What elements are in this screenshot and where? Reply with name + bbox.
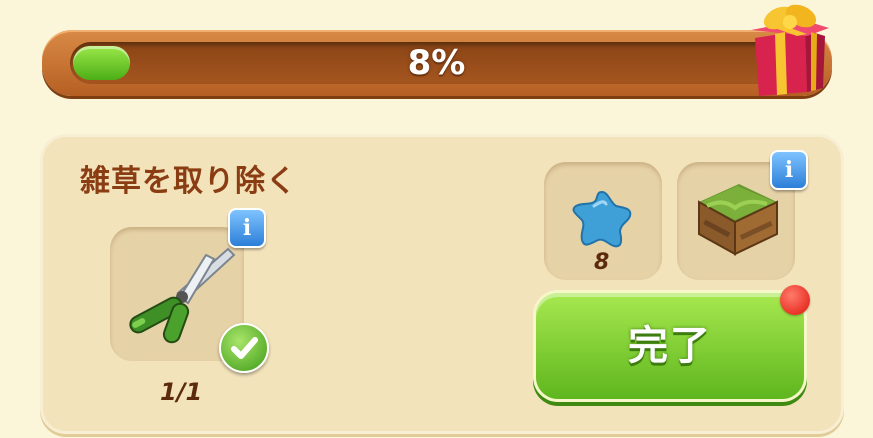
complete-button-label[interactable]: 完了	[536, 293, 804, 399]
task-title: 雑草を取り除く	[80, 164, 297, 199]
tool-info-button[interactable]: i	[228, 208, 266, 248]
completed-check-icon	[219, 323, 269, 373]
progress-percent-label: 8%	[407, 43, 466, 83]
reward-star-amount: 8	[594, 250, 610, 275]
gift-box-icon[interactable]	[745, 0, 831, 100]
tool-count-label: 1/1	[160, 378, 203, 406]
crate-info-button[interactable]: i	[770, 150, 808, 190]
notification-dot	[780, 285, 810, 315]
